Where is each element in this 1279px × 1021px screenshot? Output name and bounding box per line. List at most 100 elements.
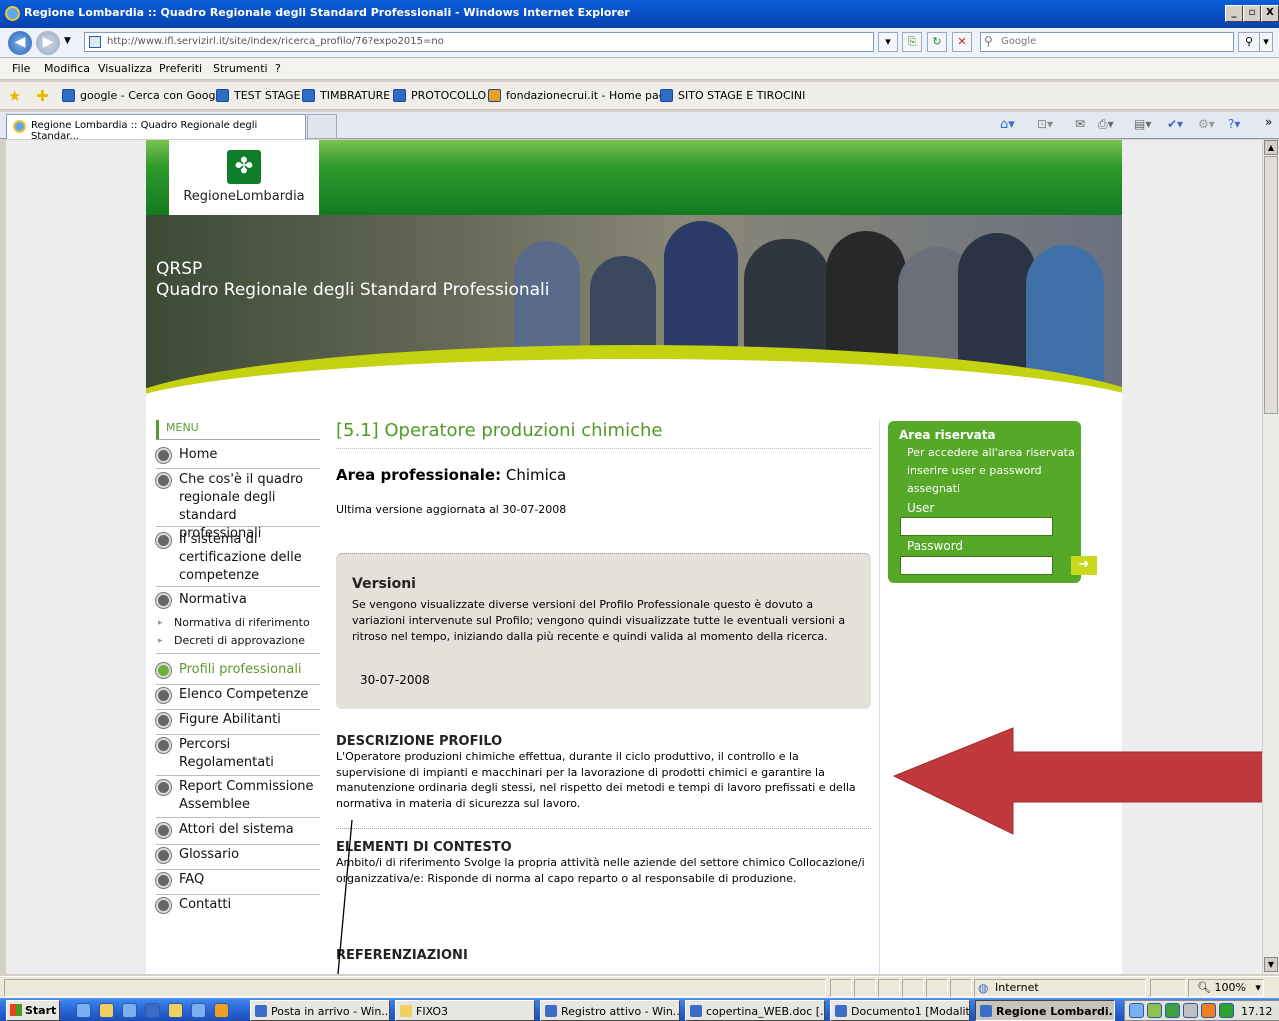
black-annotation-line bbox=[337, 819, 353, 974]
task-registro[interactable]: Registro attivo - Win... bbox=[540, 1000, 680, 1021]
ie-icon bbox=[980, 1005, 992, 1017]
page-viewport: ✤ RegioneLombardia QRSP Quadro Regionale… bbox=[6, 140, 1262, 974]
tray-security-icon[interactable] bbox=[1165, 1003, 1180, 1018]
fav-fondazionecrui[interactable]: fondazionecrui.it - Home page bbox=[506, 89, 672, 102]
status-bar: ◍ Internet 🔍︎ 100% ▾ bbox=[0, 976, 1279, 998]
menu-visualizza[interactable]: Visualizza bbox=[98, 62, 152, 75]
task-regione-lombardia[interactable]: Regione Lombardi... bbox=[975, 1000, 1115, 1021]
forward-button[interactable]: ▶ bbox=[36, 31, 60, 55]
tab-regione-lombardia[interactable]: Regione Lombardia :: Quadro Regionale de… bbox=[6, 114, 306, 142]
ie-quicklaunch-icon[interactable] bbox=[122, 1003, 137, 1018]
folder-icon bbox=[400, 1005, 412, 1017]
tray-app-icon[interactable] bbox=[1147, 1003, 1162, 1018]
menu-help[interactable]: ? bbox=[275, 62, 281, 75]
scroll-up-icon[interactable]: ▲ bbox=[1264, 140, 1278, 155]
mail-app-icon bbox=[255, 1005, 267, 1017]
windows-taskbar: Start Posta in arrivo - Win... FIXO3 Reg… bbox=[0, 998, 1279, 1021]
close-button[interactable]: X bbox=[1261, 5, 1279, 22]
search-placeholder: Google bbox=[1001, 36, 1037, 47]
search-provider-icon: ⚲ bbox=[984, 34, 993, 48]
fav-google[interactable]: google - Cerca con Google bbox=[80, 89, 225, 102]
ie-logo-icon bbox=[5, 6, 20, 21]
fav-test-stage[interactable]: TEST STAGE bbox=[234, 89, 301, 102]
clock-app-icon[interactable] bbox=[191, 1003, 206, 1018]
scroll-down-icon[interactable]: ▼ bbox=[1264, 957, 1278, 972]
zoom-icon: 🔍︎ bbox=[1197, 981, 1211, 994]
search-icon[interactable]: ⚲ bbox=[1238, 32, 1260, 52]
page-icon bbox=[89, 36, 101, 48]
menu-strumenti[interactable]: Strumenti bbox=[213, 62, 268, 75]
search-input[interactable]: ⚲ Google bbox=[980, 32, 1234, 52]
chevron-more-icon[interactable]: » bbox=[1265, 115, 1272, 129]
zoom-control[interactable]: 🔍︎ 100% ▾ bbox=[1188, 979, 1264, 997]
windows-logo-icon bbox=[10, 1004, 22, 1016]
compatibility-icon[interactable]: ⎘ bbox=[902, 32, 922, 52]
ie-icon bbox=[545, 1005, 557, 1017]
menu-modifica[interactable]: Modifica bbox=[44, 62, 90, 75]
address-field[interactable]: http://www.ifl.servizirl.it/site/index/r… bbox=[84, 32, 874, 52]
task-copertina[interactable]: copertina_WEB.doc [... bbox=[685, 1000, 825, 1021]
fav-sito-stage[interactable]: SITO STAGE E TIROCINI bbox=[678, 89, 805, 102]
print-icon[interactable]: ⎙▾ bbox=[1098, 117, 1114, 132]
tab-label: Regione Lombardia :: Quadro Regionale de… bbox=[31, 120, 258, 142]
home-icon[interactable]: ⌂▾ bbox=[1000, 117, 1015, 132]
safety-icon[interactable]: ✔▾ bbox=[1167, 117, 1183, 131]
status-text bbox=[4, 979, 826, 997]
annotation-overlay bbox=[337, 727, 1262, 974]
fav-timbrature[interactable]: TIMBRATURE bbox=[320, 89, 390, 102]
ie-page-icon bbox=[393, 89, 406, 102]
taskbar-clock: 17.12 bbox=[1241, 1005, 1273, 1018]
start-button[interactable]: Start bbox=[6, 1000, 60, 1021]
zone-label: Internet bbox=[995, 981, 1039, 994]
menu-preferiti[interactable]: Preferiti bbox=[159, 62, 202, 75]
window-titlebar: Regione Lombardia :: Quadro Regionale de… bbox=[0, 0, 1279, 28]
outlook-icon[interactable] bbox=[214, 1003, 229, 1018]
scroll-thumb[interactable] bbox=[1264, 156, 1278, 414]
task-documento1[interactable]: Documento1 [Modalit... bbox=[830, 1000, 970, 1021]
refresh-icon[interactable]: ↻ bbox=[927, 32, 947, 52]
mail-icon[interactable]: ✉ bbox=[1075, 117, 1085, 131]
task-posta[interactable]: Posta in arrivo - Win... bbox=[250, 1000, 390, 1021]
feeds-icon[interactable]: ⊡▾ bbox=[1037, 117, 1053, 131]
minimize-button[interactable]: _ bbox=[1225, 5, 1243, 22]
vertical-scrollbar[interactable]: ▲ ▼ bbox=[1262, 140, 1279, 974]
window-title: Regione Lombardia :: Quadro Regionale de… bbox=[24, 6, 630, 19]
globe-icon: ◍ bbox=[978, 981, 989, 995]
address-row: ◀ ▶ ▼ http://www.ifl.servizirl.it/site/i… bbox=[0, 28, 1279, 58]
help-icon[interactable]: ?▾ bbox=[1228, 117, 1240, 131]
google-icon bbox=[62, 89, 75, 102]
ie-page-icon bbox=[302, 89, 315, 102]
tray-volume-icon[interactable] bbox=[1183, 1003, 1198, 1018]
back-button[interactable]: ◀ bbox=[8, 31, 32, 55]
protected-mode-icon[interactable] bbox=[1150, 979, 1186, 997]
desktop-icon[interactable] bbox=[168, 1003, 183, 1018]
folder-icon[interactable] bbox=[99, 1003, 114, 1018]
system-tray: 17.12 bbox=[1124, 1000, 1279, 1021]
tray-display-icon[interactable] bbox=[1219, 1003, 1234, 1018]
stop-icon[interactable]: ✕ bbox=[952, 32, 972, 52]
add-favorite-icon[interactable]: ✚ bbox=[36, 87, 49, 105]
task-fixo3[interactable]: FIXO3 bbox=[395, 1000, 535, 1021]
new-tab-button[interactable] bbox=[307, 114, 337, 139]
crui-icon bbox=[488, 89, 501, 102]
history-dropdown-icon[interactable]: ▼ bbox=[64, 36, 71, 46]
address-url: http://www.ifl.servizirl.it/site/index/r… bbox=[107, 36, 444, 47]
menu-file[interactable]: File bbox=[12, 62, 30, 75]
word-icon[interactable] bbox=[145, 1003, 160, 1018]
search-options-icon[interactable]: ▾ bbox=[1259, 32, 1273, 52]
quicklaunch-icon[interactable] bbox=[76, 1003, 91, 1018]
ie-tab-icon bbox=[13, 120, 26, 133]
tray-network-icon[interactable] bbox=[1129, 1003, 1144, 1018]
red-arrow-shape bbox=[892, 727, 1262, 835]
favorites-star-icon[interactable]: ★ bbox=[8, 87, 21, 105]
tools-gear-icon[interactable]: ⚙▾ bbox=[1198, 117, 1215, 131]
maximize-button[interactable]: ▫ bbox=[1243, 5, 1261, 22]
address-dropdown-icon[interactable]: ▾ bbox=[878, 32, 898, 52]
fav-protocollo[interactable]: PROTOCOLLO bbox=[411, 89, 486, 102]
page-menu-icon[interactable]: ▤▾ bbox=[1134, 117, 1151, 131]
zone-indicator: ◍ Internet bbox=[974, 979, 1146, 997]
tray-update-icon[interactable] bbox=[1201, 1003, 1216, 1018]
menu-bar: File Modifica Visualizza Preferiti Strum… bbox=[0, 58, 1279, 80]
zoom-level: 100% bbox=[1214, 981, 1246, 994]
favorites-bar: ★ ✚ google - Cerca con Google TEST STAGE… bbox=[0, 82, 1279, 110]
